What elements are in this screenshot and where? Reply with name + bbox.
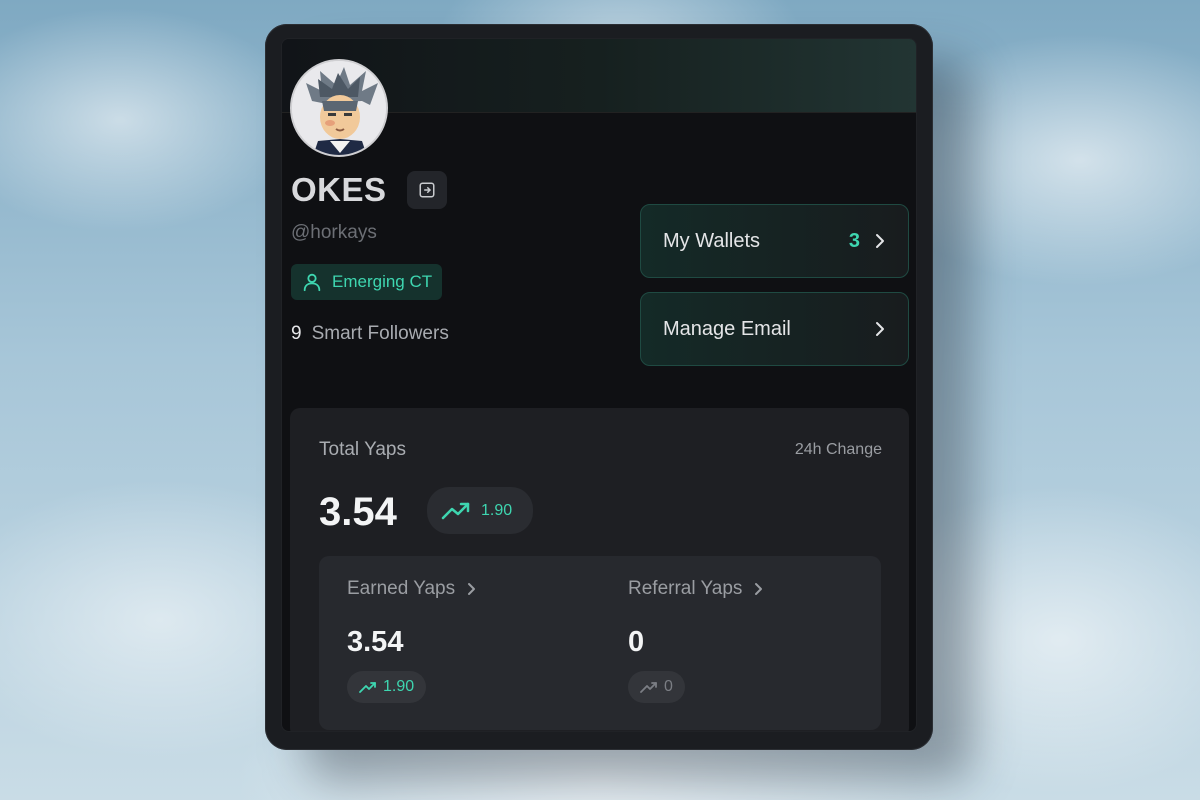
chevron-right-icon — [468, 583, 476, 595]
total-change-value: 1.90 — [481, 501, 513, 519]
earned-yaps-link[interactable]: Earned Yaps — [347, 578, 477, 600]
trend-up-icon — [640, 682, 657, 693]
referral-yaps-label: Referral Yaps — [628, 578, 743, 599]
change-period-label: 24h Change — [794, 441, 882, 458]
chevron-right-icon — [876, 234, 884, 248]
yaps-stats-panel: Total Yaps 24h Change 3.54 1.90 Earned Y… — [290, 408, 909, 731]
earned-yaps-value: 3.54 — [347, 626, 404, 658]
logout-icon — [419, 182, 435, 198]
logout-button[interactable] — [406, 171, 447, 209]
wallets-count: 3 — [848, 229, 860, 252]
referral-yaps-link[interactable]: Referral Yaps — [628, 578, 764, 600]
smart-followers-count: 9 — [291, 323, 302, 344]
chevron-right-icon — [876, 322, 884, 336]
tier-label: Emerging CT — [332, 272, 433, 291]
manage-email-button[interactable]: Manage Email — [640, 292, 909, 366]
smart-followers-label: Smart Followers — [311, 323, 449, 344]
profile-screen: OKES @horkays Emerging CT 9 Smart Followe… — [281, 38, 917, 732]
profile-name: OKES — [291, 171, 387, 208]
device-frame: OKES @horkays Emerging CT 9 Smart Followe… — [265, 24, 933, 750]
my-wallets-label: My Wallets — [663, 229, 761, 252]
referral-yaps-value: 0 — [628, 626, 645, 658]
total-change-pill: 1.90 — [427, 487, 533, 534]
earned-yaps: Earned Yaps 3.54 1.90 — [347, 556, 617, 730]
earned-change-value: 1.90 — [383, 678, 415, 695]
referral-change-pill: 0 — [628, 671, 685, 703]
yaps-breakdown: Earned Yaps 3.54 1.90 Referral Yaps 0 0 — [319, 556, 881, 730]
manage-email-label: Manage Email — [663, 317, 791, 340]
trend-up-icon — [441, 502, 470, 519]
smart-followers: 9 Smart Followers — [291, 323, 449, 345]
trend-up-icon — [359, 682, 376, 693]
total-yaps-value: 3.54 — [319, 490, 397, 534]
name-row: OKES — [291, 171, 447, 209]
total-yaps-title: Total Yaps — [319, 439, 406, 460]
avatar[interactable] — [290, 59, 388, 157]
referral-yaps: Referral Yaps 0 0 — [628, 556, 898, 730]
my-wallets-button[interactable]: My Wallets 3 — [640, 204, 909, 278]
chevron-right-icon — [755, 583, 763, 595]
profile-handle: @horkays — [291, 222, 377, 243]
tier-badge: Emerging CT — [291, 264, 443, 300]
avatar-image — [292, 61, 386, 155]
earned-change-pill: 1.90 — [347, 671, 427, 703]
user-icon — [303, 273, 321, 292]
earned-yaps-label: Earned Yaps — [347, 578, 456, 599]
referral-change-value: 0 — [664, 678, 673, 695]
